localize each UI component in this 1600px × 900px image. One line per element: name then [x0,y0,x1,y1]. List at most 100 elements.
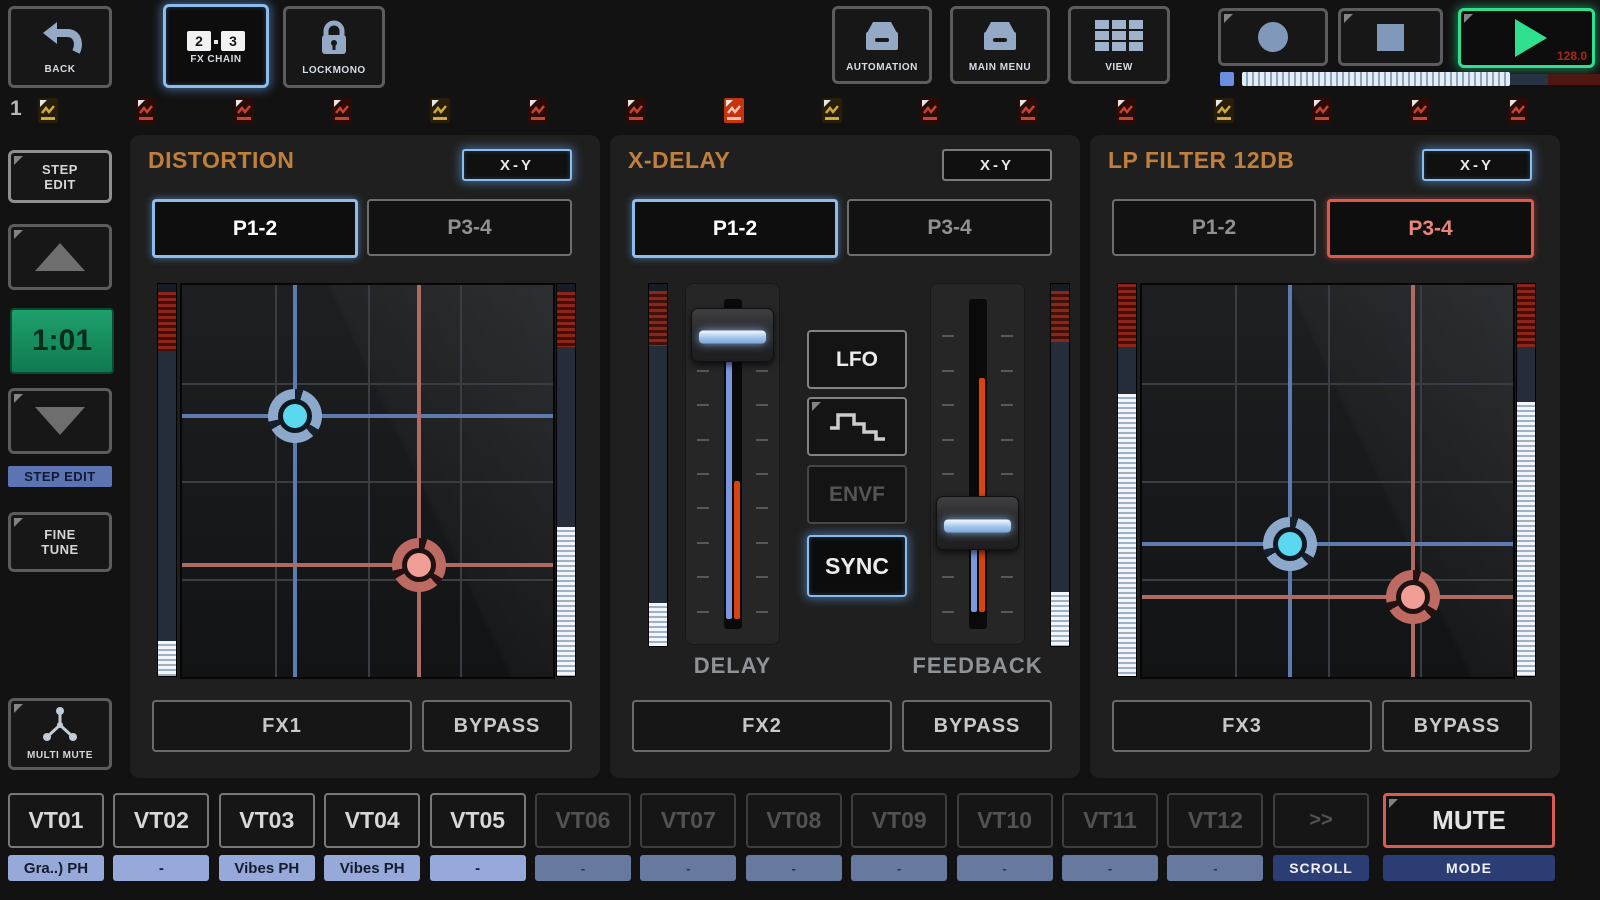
fx-chain-button[interactable]: 23 FX CHAIN [163,4,269,88]
xy-pad[interactable] [1140,283,1515,679]
page-p3-4-button[interactable]: P3-4 [367,199,572,256]
step-edit-tag: STEP EDIT [8,466,112,487]
step-edit-button[interactable]: STEP EDIT [8,150,112,203]
record-button[interactable] [1218,8,1328,66]
automation-icon [859,18,905,59]
track-label-vt01: Gra..) PH [8,855,104,881]
fx-indicator-icon[interactable] [1312,98,1332,123]
lockmono-button[interactable]: LOCKMONO [283,6,385,88]
view-button[interactable]: VIEW [1068,6,1170,84]
xy-toggle-button[interactable]: X-Y [942,149,1052,181]
bypass-button[interactable]: BYPASS [1382,700,1532,752]
fx-chain-label: FX CHAIN [190,54,241,65]
track-button-vt11[interactable]: VT11 [1062,793,1158,848]
track-label-vt08: - [746,855,842,881]
fx-indicator-icon[interactable] [1018,98,1038,123]
track-label-vt06: - [535,855,631,881]
arrow-down-icon [35,407,85,435]
level-meter-left [1117,283,1137,677]
fx-indicator-icon[interactable] [136,98,156,123]
lockmono-label: LOCKMONO [302,65,365,76]
fx-indicator-icon[interactable] [1214,98,1234,123]
fx-indicator-icon[interactable] [1410,98,1430,123]
main-menu-button[interactable]: MAIN MENU [950,6,1050,84]
track-button-vt08[interactable]: VT08 [746,793,842,848]
back-button[interactable]: BACK [8,6,112,88]
lfo-button[interactable]: LFO [807,330,907,389]
fx2-button[interactable]: FX2 [632,700,892,752]
page-p1-2-button[interactable]: P1-2 [1112,199,1316,256]
scroll-tag: SCROLL [1273,855,1369,881]
fx-chain-icon: 23 [187,31,245,51]
play-button[interactable]: 128.0 [1458,8,1595,68]
track-label-vt09: - [851,855,947,881]
fx-indicator-icon[interactable] [1116,98,1136,123]
xy-cursor-red[interactable] [182,285,553,677]
track-button-vt04[interactable]: VT04 [324,793,420,848]
bypass-button[interactable]: BYPASS [422,700,572,752]
step-edit-button-label: STEP EDIT [30,162,90,192]
fx-indicator-icon[interactable] [1508,98,1528,123]
record-icon [1258,22,1288,52]
track-scroll-button[interactable]: >> [1273,793,1369,848]
step-up-button[interactable] [8,224,112,290]
module-title: X-DELAY [628,147,730,174]
xy-pad[interactable] [180,283,555,679]
position-display: 1:01 [10,308,114,374]
mute-button[interactable]: MUTE [1383,793,1555,848]
feedback-slider[interactable] [930,283,1025,645]
fx-indicator-icon[interactable] [332,98,352,123]
stop-button[interactable] [1338,8,1443,66]
fx-indicator-icon[interactable] [920,98,940,123]
fx3-button[interactable]: FX3 [1112,700,1372,752]
track-label-vt04: Vibes PH [324,855,420,881]
track-button-vt06[interactable]: VT06 [535,793,631,848]
fx-indicator-icon[interactable] [822,98,842,123]
tempo-value: 128.0 [1557,49,1587,63]
mode-tag: MODE [1383,855,1555,881]
page-p3-4-button[interactable]: P3-4 [847,199,1052,256]
xy-toggle-button[interactable]: X-Y [1422,149,1532,181]
fx-indicator-icon[interactable] [234,98,254,123]
delay-slider[interactable] [685,283,780,645]
track-button-vt09[interactable]: VT09 [851,793,947,848]
track-label-vt11: - [1062,855,1158,881]
automation-button[interactable]: AUTOMATION [832,6,932,84]
view-grid-icon [1093,18,1145,59]
pattern-number: 1 [10,97,22,121]
track-button-vt05[interactable]: VT05 [430,793,526,848]
slider-handle[interactable] [936,496,1019,550]
xy-cursor-red[interactable] [1142,285,1513,677]
lock-icon [313,19,355,62]
fx-indicator-icon[interactable] [626,98,646,123]
track-label-vt03: Vibes PH [219,855,315,881]
fx-indicator-icon[interactable] [528,98,548,123]
track-button-vt03[interactable]: VT03 [219,793,315,848]
page-p1-2-button[interactable]: P1-2 [152,199,358,258]
page-p1-2-button[interactable]: P1-2 [632,199,838,258]
track-button-vt12[interactable]: VT12 [1167,793,1263,848]
lfo-waveform-button[interactable] [807,397,907,456]
track-button-vt07[interactable]: VT07 [640,793,736,848]
slider-handle[interactable] [691,308,774,362]
fx-indicator-icon[interactable] [430,98,450,123]
level-meter-right [1516,283,1536,677]
bypass-button[interactable]: BYPASS [902,700,1052,752]
xy-toggle-button[interactable]: X-Y [462,149,572,181]
multi-mute-icon [36,705,84,748]
track-button-vt10[interactable]: VT10 [957,793,1053,848]
step-down-button[interactable] [8,388,112,454]
page-p3-4-button[interactable]: P3-4 [1327,199,1534,258]
fine-tune-button[interactable]: FINE TUNE [8,512,112,572]
track-button-vt01[interactable]: VT01 [8,793,104,848]
fx-indicator-icon[interactable] [724,98,744,123]
envf-button[interactable]: ENVF [807,465,907,524]
main-menu-label: MAIN MENU [969,62,1031,73]
progress-marker [1220,72,1234,86]
fx1-button[interactable]: FX1 [152,700,412,752]
sync-button[interactable]: SYNC [807,535,907,597]
fx-indicator-icon[interactable] [38,98,58,123]
multi-mute-button[interactable]: MULTI MUTE [8,698,112,770]
track-button-vt02[interactable]: VT02 [113,793,209,848]
level-meter-left [648,283,668,647]
